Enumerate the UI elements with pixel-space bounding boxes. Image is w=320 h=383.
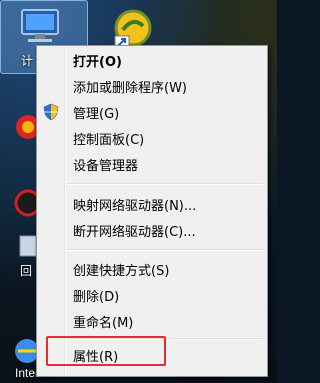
menu-separator — [67, 183, 263, 185]
menu-item-control-panel[interactable]: 控制面板(C) — [39, 127, 265, 149]
menu-separator — [67, 249, 263, 251]
menu-item-add-remove-programs[interactable]: 添加或删除程序(W) — [39, 75, 265, 97]
menu-item-label: 断开网络驱动器(C)... — [73, 224, 196, 240]
menu-item-label: 设备管理器 — [73, 158, 139, 174]
uac-shield-icon — [42, 103, 60, 121]
menu-item-label: 添加或删除程序(W) — [73, 80, 187, 96]
menu-item-open[interactable]: 打开(O) — [39, 49, 265, 71]
menu-item-label: 控制面板(C) — [73, 132, 145, 148]
menu-item-label: 打开(O) — [73, 54, 122, 70]
menu-item-map-network-drive[interactable]: 映射网络驱动器(N)... — [39, 193, 265, 215]
computer-icon — [21, 9, 59, 42]
menu-item-manage[interactable]: 管理(G) — [39, 101, 265, 123]
recycle-bin-label-partial: 回 — [20, 264, 33, 278]
context-menu: 打开(O) 添加或删除程序(W) 管理(G) 控制面板(C) 设备管理器 映射网… — [36, 45, 268, 377]
computer-label-partial: 计 — [21, 54, 34, 68]
menu-item-label: 删除(D) — [73, 289, 120, 305]
menu-item-label: 映射网络驱动器(N)... — [73, 198, 197, 214]
menu-item-label: 创建快捷方式(S) — [73, 263, 170, 279]
menu-item-delete[interactable]: 删除(D) — [39, 284, 265, 306]
annotation-highlight-box — [46, 336, 166, 366]
menu-item-create-shortcut[interactable]: 创建快捷方式(S) — [39, 258, 265, 280]
menu-item-label: 重命名(M) — [73, 315, 134, 331]
menu-item-label: 管理(G) — [73, 106, 120, 122]
menu-item-rename[interactable]: 重命名(M) — [39, 310, 265, 332]
menu-item-disconnect-network-drive[interactable]: 断开网络驱动器(C)... — [39, 219, 265, 241]
menu-item-device-manager[interactable]: 设备管理器 — [39, 153, 265, 175]
